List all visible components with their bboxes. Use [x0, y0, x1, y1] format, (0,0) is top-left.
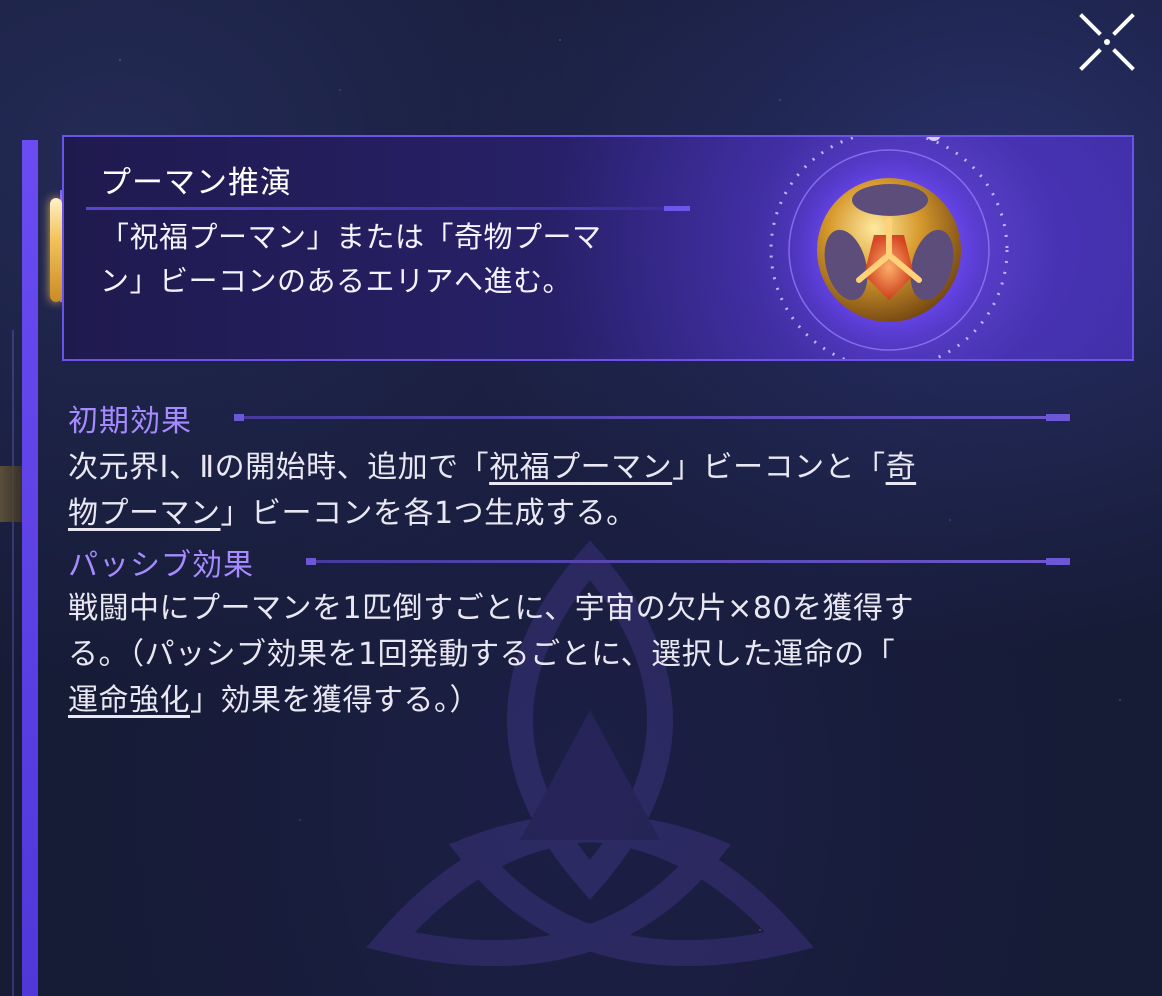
- text-line: 戦闘中にプーマンを1匹倒すごとに、宇宙の欠片×80を獲得す: [68, 591, 914, 626]
- description-line: 「祝福プーマン」または「奇物プーマ: [100, 220, 602, 254]
- passive-effect-divider: [306, 558, 1070, 565]
- initial-effect-title: 初期効果: [68, 404, 192, 439]
- text-line: 運命強化」効果を獲得する。）: [68, 683, 480, 718]
- blessing-description: 「祝福プーマン」または「奇物プーマ ン」ビーコンのあるエリアへ進む。: [100, 215, 680, 303]
- pouman-cube-icon: [769, 137, 1009, 359]
- text-line: 次元界Ⅰ、Ⅱの開始時、追加で「祝福プーマン」ビーコンと「奇: [68, 450, 917, 485]
- description-line: ン」ビーコンのあるエリアへ進む。: [100, 264, 573, 298]
- blessing-header-card: プーマン推演 「祝福プーマン」または「奇物プーマ ン」ビーコンのあるエリアへ進む…: [62, 135, 1134, 361]
- text-line: 物プーマン」ビーコンを各1つ生成する。: [68, 496, 637, 531]
- text-line: る。（パッシブ効果を1回発動するごとに、選択した運命の「: [68, 637, 896, 672]
- passive-effect-title: パッシブ効果: [68, 548, 254, 583]
- close-icon: [1079, 13, 1135, 71]
- left-frame-edge: [0, 330, 14, 996]
- keyword-path-enhance[interactable]: 運命強化: [68, 683, 190, 718]
- panel-left-accent-bar: [22, 140, 38, 996]
- passive-effect-text: 戦闘中にプーマンを1匹倒すごとに、宇宙の欠片×80を獲得す る。（パッシブ効果を…: [68, 586, 1078, 724]
- left-side-tab[interactable]: [0, 466, 22, 522]
- close-button[interactable]: [1072, 10, 1142, 74]
- blessing-title: プーマン推演: [100, 165, 292, 201]
- header-divider: [86, 206, 690, 211]
- game-screen: プーマン推演 「祝福プーマン」または「奇物プーマ ン」ビーコンのあるエリアへ進む…: [0, 0, 1162, 996]
- initial-effect-divider: [234, 414, 1070, 421]
- selection-indicator: [50, 198, 62, 302]
- initial-effect-text: 次元界Ⅰ、Ⅱの開始時、追加で「祝福プーマン」ビーコンと「奇 物プーマン」ビーコン…: [68, 445, 1078, 537]
- keyword-curio-pouman[interactable]: 奇: [886, 450, 917, 485]
- keyword-blessing-pouman[interactable]: 祝福プーマン: [489, 450, 672, 485]
- keyword-curio-pouman[interactable]: 物プーマン: [68, 496, 221, 531]
